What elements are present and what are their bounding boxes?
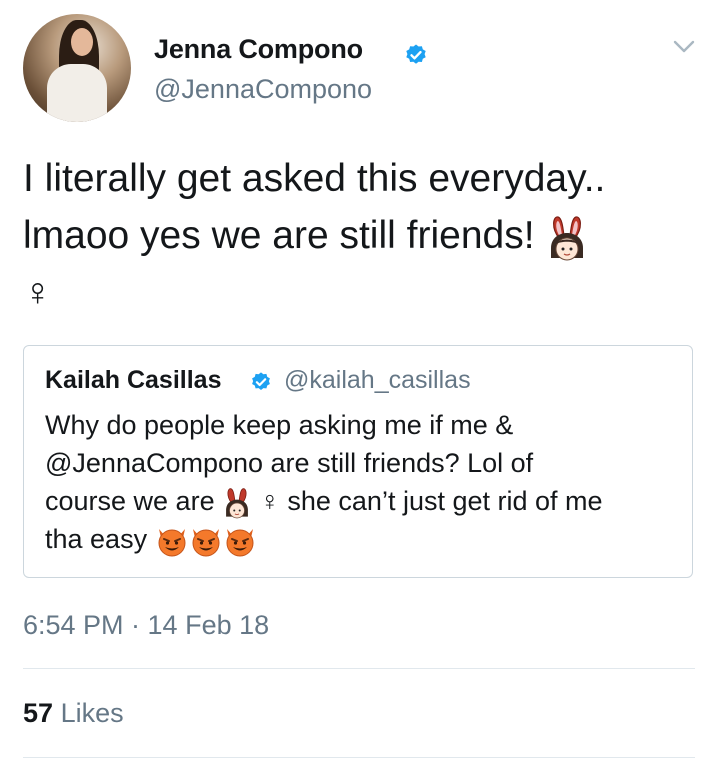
quoted-tweet-card[interactable]: Kailah Casillas @kailah_casillas Why do … — [23, 345, 693, 578]
quoted-line-3: course we are ♀ she can’t just get rid o… — [45, 482, 685, 520]
quoted-line-1: Why do people keep asking me if me & — [45, 410, 514, 440]
author-handle[interactable]: @JennaCompono — [154, 74, 372, 105]
divider-top — [23, 668, 695, 669]
tweet-body: I literally get asked this everyday.. lm… — [23, 150, 703, 321]
tweet-header: Jenna Compono @JennaCompono — [23, 14, 703, 124]
quoted-display-name[interactable]: Kailah Casillas — [45, 366, 221, 395]
chevron-down-icon[interactable] — [673, 40, 695, 54]
quoted-line-4: tha easy — [45, 520, 685, 558]
avatar-face — [71, 28, 93, 56]
tweet-line-2-text: lmaoo yes we are still friends! — [23, 214, 535, 257]
smiling-imp-icon — [226, 528, 254, 557]
verified-badge-icon — [406, 44, 426, 64]
quoted-line-3-a: course we are — [45, 486, 215, 516]
quoted-handle[interactable]: @kailah_casillas — [284, 366, 471, 395]
likes-label: Likes — [60, 698, 124, 728]
woman-with-bunny-ears-icon — [551, 216, 584, 261]
quoted-line-4-text: tha easy — [45, 524, 148, 554]
quoted-tweet-body: Why do people keep asking me if me & @Je… — [45, 406, 685, 558]
tweet-line-2: lmaoo yes we are still friends! — [23, 207, 703, 264]
quoted-line-2: @JennaCompono are still friends? Lol of — [45, 448, 534, 478]
verified-badge-icon — [252, 372, 270, 390]
author-avatar[interactable] — [23, 14, 131, 122]
quoted-line-3-b: ♀ she can’t just get rid of me — [259, 486, 603, 516]
author-display-name[interactable]: Jenna Compono — [154, 34, 363, 65]
woman-with-bunny-ears-icon — [226, 488, 249, 519]
smiling-imp-icon — [192, 528, 220, 557]
likes-count: 57 — [23, 698, 54, 728]
smiling-imp-icon — [158, 528, 186, 557]
divider-bottom — [23, 757, 695, 758]
tweet-line-1: I literally get asked this everyday.. — [23, 157, 606, 200]
avatar-shirt — [47, 64, 107, 122]
likes-stat[interactable]: 57 Likes — [23, 698, 124, 729]
tweet-line-3: ♀ — [23, 271, 53, 314]
tweet-timestamp[interactable]: 6:54 PM · 14 Feb 18 — [23, 610, 269, 641]
